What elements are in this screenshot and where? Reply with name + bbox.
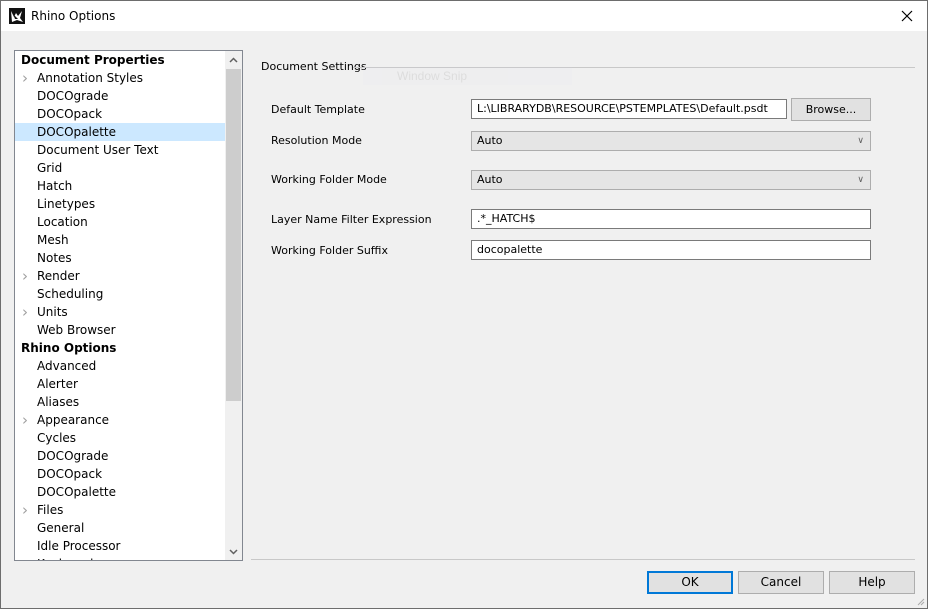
tree-item-label: Web Browser (37, 323, 116, 337)
tree-item[interactable]: Grid (15, 159, 225, 177)
tree-item-label: Files (37, 503, 64, 517)
rhino-options-dialog: Rhino Options Document Properties › Annota… (0, 0, 928, 609)
title-bar: Rhino Options (1, 1, 927, 31)
tree-item[interactable]: Scheduling (15, 285, 225, 303)
tree-item-label: General (37, 521, 85, 535)
default-template-label: Default Template (271, 103, 365, 116)
tree-item[interactable]: DOCOpack (15, 105, 225, 123)
chevron-up-icon (229, 56, 238, 63)
tree-item-label: Document Properties (21, 53, 165, 67)
close-button[interactable] (887, 1, 927, 31)
tree-item-label: Keyboard (37, 557, 93, 560)
tree-item[interactable]: › Files (15, 501, 225, 519)
tree-category[interactable]: Document Properties (15, 51, 225, 69)
scroll-down-button[interactable] (225, 543, 242, 560)
tree-item[interactable]: › Render (15, 267, 225, 285)
tree-item-label: Mesh (37, 233, 69, 247)
tree-item[interactable]: General (15, 519, 225, 537)
tree-item[interactable]: Idle Processor (15, 537, 225, 555)
tree-item-label: Idle Processor (37, 539, 121, 553)
tree-item[interactable]: Web Browser (15, 321, 225, 339)
footer-divider (251, 559, 915, 560)
rhino-logo-icon (9, 8, 25, 24)
tree-item-label: Aliases (37, 395, 80, 409)
tree-item-label: Hatch (37, 179, 73, 193)
tree-item[interactable]: Hatch (15, 177, 225, 195)
expand-chevron-icon[interactable]: › (22, 69, 28, 87)
tree-scrollbar[interactable] (225, 51, 242, 560)
expand-chevron-icon[interactable]: › (22, 267, 28, 285)
cancel-button[interactable]: Cancel (738, 571, 824, 594)
expand-chevron-icon[interactable]: › (22, 411, 28, 429)
resolution-mode-value: Auto (477, 134, 503, 147)
tree-item[interactable]: Aliases (15, 393, 225, 411)
options-tree[interactable]: Document Properties › Annotation Styles DOC… (14, 50, 243, 561)
expand-chevron-icon[interactable]: › (22, 501, 28, 519)
resolution-mode-select[interactable]: Auto ∨ (471, 131, 871, 151)
close-icon (901, 10, 913, 22)
window-title: Rhino Options (31, 9, 116, 23)
tree-item-label: DOCOpalette (37, 485, 116, 499)
default-template-input[interactable]: L:\LIBRARYDB\RESOURCE\PSTEMPLATES\Defaul… (471, 99, 787, 119)
tree-item[interactable]: Alerter (15, 375, 225, 393)
folder-suffix-label: Working Folder Suffix (271, 244, 388, 257)
tree-item-label: Units (37, 305, 68, 319)
tree-item[interactable]: DOCOgrade (15, 447, 225, 465)
folder-suffix-input[interactable]: docopalette (471, 240, 871, 260)
scroll-up-button[interactable] (225, 51, 242, 68)
tree-item-label: DOCOpack (37, 107, 103, 121)
tree-item[interactable]: Mesh (15, 231, 225, 249)
tree-list: Document Properties › Annotation Styles DOC… (15, 51, 225, 560)
tree-item[interactable]: Document User Text (15, 141, 225, 159)
dropdown-arrow-icon: ∨ (857, 175, 864, 185)
working-folder-mode-label: Working Folder Mode (271, 173, 387, 186)
tree-item[interactable]: Keyboard (15, 555, 225, 560)
tree-item[interactable]: › Annotation Styles (15, 69, 225, 87)
tree-item[interactable]: Location (15, 213, 225, 231)
tree-item-label: Annotation Styles (37, 71, 144, 85)
tree-item-label: Appearance (37, 413, 110, 427)
tree-item[interactable]: DOCOpalette (15, 483, 225, 501)
tree-item-label: Advanced (37, 359, 97, 373)
tree-item-label: DOCOpalette (37, 125, 116, 139)
tree-item-label: Scheduling (37, 287, 104, 301)
scroll-thumb[interactable] (226, 69, 241, 401)
layer-filter-label: Layer Name Filter Expression (271, 213, 432, 226)
tree-category[interactable]: Rhino Options (15, 339, 225, 357)
document-settings-group-label: Document Settings (261, 60, 367, 73)
tree-item-label: DOCOgrade (37, 89, 109, 103)
tree-item[interactable]: › Appearance (15, 411, 225, 429)
working-folder-mode-select[interactable]: Auto ∨ (471, 170, 871, 190)
layer-filter-input[interactable]: .*_HATCH$ (471, 209, 871, 229)
tree-item-label: Alerter (37, 377, 78, 391)
tree-item[interactable]: Advanced (15, 357, 225, 375)
tree-item-label: DOCOpack (37, 467, 103, 481)
tree-item[interactable]: Notes (15, 249, 225, 267)
help-button[interactable]: Help (829, 571, 915, 594)
tree-item-label: Notes (37, 251, 72, 265)
tree-item[interactable]: DOCOpack (15, 465, 225, 483)
tree-item-label: Rhino Options (21, 341, 117, 355)
dropdown-arrow-icon: ∨ (857, 136, 864, 146)
tree-item[interactable]: › Units (15, 303, 225, 321)
window-snip-ghost: Window Snip (363, 67, 572, 85)
tree-item[interactable]: DOCOgrade (15, 87, 225, 105)
tree-item[interactable]: Linetypes (15, 195, 225, 213)
chevron-down-icon (229, 548, 238, 555)
tree-item-label: Location (37, 215, 88, 229)
resize-grip-icon[interactable] (915, 596, 925, 606)
tree-item[interactable]: Cycles (15, 429, 225, 447)
working-folder-mode-value: Auto (477, 173, 503, 186)
tree-item[interactable]: DOCOpalette (15, 123, 225, 141)
ok-button[interactable]: OK (647, 571, 733, 594)
tree-item-label: DOCOgrade (37, 449, 109, 463)
tree-item-label: Document User Text (37, 143, 159, 157)
tree-item-label: Render (37, 269, 80, 283)
browse-button[interactable]: Browse... (791, 98, 871, 121)
expand-chevron-icon[interactable]: › (22, 303, 28, 321)
tree-item-label: Linetypes (37, 197, 96, 211)
resolution-mode-label: Resolution Mode (271, 134, 362, 147)
tree-item-label: Cycles (37, 431, 77, 445)
tree-item-label: Grid (37, 161, 63, 175)
